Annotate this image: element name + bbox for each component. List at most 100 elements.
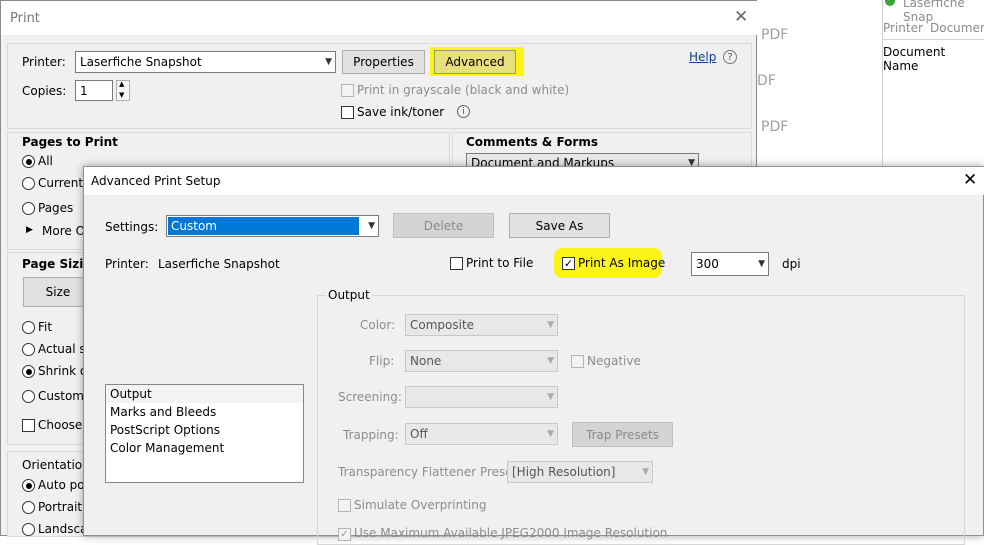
advanced-button[interactable]: Advanced	[434, 50, 516, 74]
advanced-titlebar: Advanced Print Setup ✕	[84, 167, 984, 195]
print-as-image-checkbox[interactable]: ✓	[562, 257, 575, 270]
color-select[interactable]: Composite ▼	[405, 314, 558, 336]
orientation-title: Orientation	[22, 458, 90, 472]
radio-custom[interactable]	[22, 390, 35, 403]
simulate-overprinting-label: Simulate Overprinting	[354, 498, 487, 512]
chevron-down-icon: ▼	[758, 259, 765, 269]
save-as-button[interactable]: Save As	[509, 213, 610, 238]
grayscale-label: Print in grayscale (black and white)	[357, 83, 570, 97]
copies-value: 1	[80, 83, 88, 98]
pdf-label: PDF	[761, 119, 789, 135]
comments-title: Comments & Forms	[466, 135, 598, 149]
status-check-icon	[885, 0, 895, 6]
more-options-label[interactable]: More O	[42, 224, 85, 238]
trapping-select[interactable]: Off ▼	[405, 423, 558, 445]
radio-portrait[interactable]	[22, 501, 35, 514]
advanced-title: Advanced Print Setup	[91, 174, 221, 188]
radio-auto-portrait[interactable]	[22, 479, 35, 492]
laserfiche-panel: Laserfiche Snap Printer Document Documen…	[882, 0, 984, 170]
column-header-document-name[interactable]: Document Name	[883, 45, 984, 73]
trapping-select-value: Off	[410, 427, 428, 441]
choose-label: Choose	[38, 418, 83, 432]
chevron-down-icon: ▼	[642, 467, 649, 477]
printer-select[interactable]: Laserfiche Snapshot ▼	[75, 51, 336, 73]
list-item-output[interactable]: Output	[106, 385, 303, 403]
pdf-label: PDF	[761, 27, 789, 43]
tab-document[interactable]: Document	[930, 21, 984, 35]
negative-label: Negative	[587, 354, 641, 368]
radio-actual-size[interactable]	[22, 343, 35, 356]
list-item-color-management[interactable]: Color Management	[106, 439, 303, 457]
save-ink-label: Save ink/toner	[357, 105, 445, 119]
save-ink-checkbox[interactable]	[341, 106, 354, 119]
dpi-select-value: 300	[696, 257, 719, 271]
tab-printer[interactable]: Printer	[883, 21, 923, 35]
print-as-image-label: Print As Image	[578, 256, 666, 270]
jpeg2000-label: Use Maximum Available JPEG2000 Image Res…	[354, 526, 668, 540]
flattener-select[interactable]: [High Resolution] ▼	[507, 461, 653, 483]
close-icon[interactable]: ✕	[734, 7, 748, 27]
chevron-down-icon: ▼	[325, 57, 332, 67]
choose-checkbox[interactable]	[22, 419, 35, 432]
help-icon[interactable]: ?	[723, 50, 737, 64]
stepper-up-icon[interactable]: ▲	[119, 80, 124, 88]
printer-value: Laserfiche Snapshot	[158, 257, 280, 271]
settings-select[interactable]: Custom ▼	[166, 215, 379, 237]
pages-title: Pages to Print	[22, 135, 118, 149]
simulate-overprinting-checkbox[interactable]	[338, 499, 351, 512]
chevron-down-icon: ▼	[547, 320, 554, 330]
negative-checkbox[interactable]	[571, 355, 584, 368]
radio-auto-portrait-label: Auto por	[38, 478, 90, 492]
list-item-postscript[interactable]: PostScript Options	[106, 421, 303, 439]
grayscale-checkbox[interactable]	[341, 84, 354, 97]
advanced-print-setup-dialog: Advanced Print Setup ✕ Settings: Custom …	[83, 166, 984, 545]
dpi-select[interactable]: 300 ▼	[691, 252, 769, 276]
color-select-value: Composite	[410, 318, 475, 332]
dpi-label: dpi	[782, 257, 801, 271]
radio-pages-label: Pages	[38, 201, 74, 215]
copies-label: Copies:	[22, 84, 67, 98]
screening-select[interactable]: ▼	[405, 386, 558, 408]
jpeg2000-checkbox[interactable]: ✓	[338, 528, 351, 541]
radio-all-label: All	[38, 154, 53, 168]
radio-fit-label: Fit	[38, 320, 53, 334]
screening-label: Screening:	[338, 390, 402, 404]
radio-landscape[interactable]	[22, 523, 35, 536]
radio-shrink[interactable]	[22, 365, 35, 378]
divider	[883, 39, 984, 40]
flip-select-value: None	[410, 354, 442, 368]
printer-label: Printer:	[22, 55, 66, 69]
trap-presets-button[interactable]: Trap Presets	[572, 422, 673, 447]
trapping-label: Trapping:	[343, 428, 399, 442]
chevron-down-icon: ▼	[368, 221, 375, 231]
delete-button[interactable]: Delete	[393, 213, 494, 238]
flattener-label: Transparency Flattener Preset:	[338, 465, 522, 479]
radio-fit[interactable]	[22, 321, 35, 334]
chevron-down-icon: ▼	[547, 392, 554, 402]
flip-select[interactable]: None ▼	[405, 350, 558, 372]
radio-all[interactable]	[22, 155, 35, 168]
properties-button[interactable]: Properties	[342, 50, 425, 74]
radio-current-label: Current	[38, 176, 84, 190]
help-link[interactable]: Help	[689, 50, 716, 64]
printer-select-value: Laserfiche Snapshot	[80, 55, 202, 69]
radio-actual-size-label: Actual si	[38, 342, 89, 356]
flip-label: Flip:	[369, 354, 395, 368]
radio-custom-label: Custom	[38, 389, 84, 403]
settings-label: Settings:	[105, 220, 159, 234]
copies-input[interactable]: 1	[75, 80, 113, 101]
radio-current[interactable]	[22, 177, 35, 190]
close-icon[interactable]: ✕	[963, 170, 977, 190]
color-label: Color:	[360, 318, 396, 332]
pdf-label: DF	[757, 73, 776, 89]
stepper-down-icon[interactable]: ▼	[119, 91, 124, 99]
flattener-select-value: [High Resolution]	[512, 465, 616, 479]
print-titlebar: Print ✕	[1, 1, 758, 35]
list-item-marks-bleeds[interactable]: Marks and Bleeds	[106, 403, 303, 421]
info-icon[interactable]: i	[457, 105, 470, 118]
print-to-file-label: Print to File	[466, 256, 534, 270]
radio-pages[interactable]	[22, 202, 35, 215]
print-to-file-checkbox[interactable]	[450, 257, 463, 270]
triangle-right-icon[interactable]: ▶	[26, 225, 33, 235]
copies-stepper[interactable]: ▲ ▼	[116, 80, 130, 101]
